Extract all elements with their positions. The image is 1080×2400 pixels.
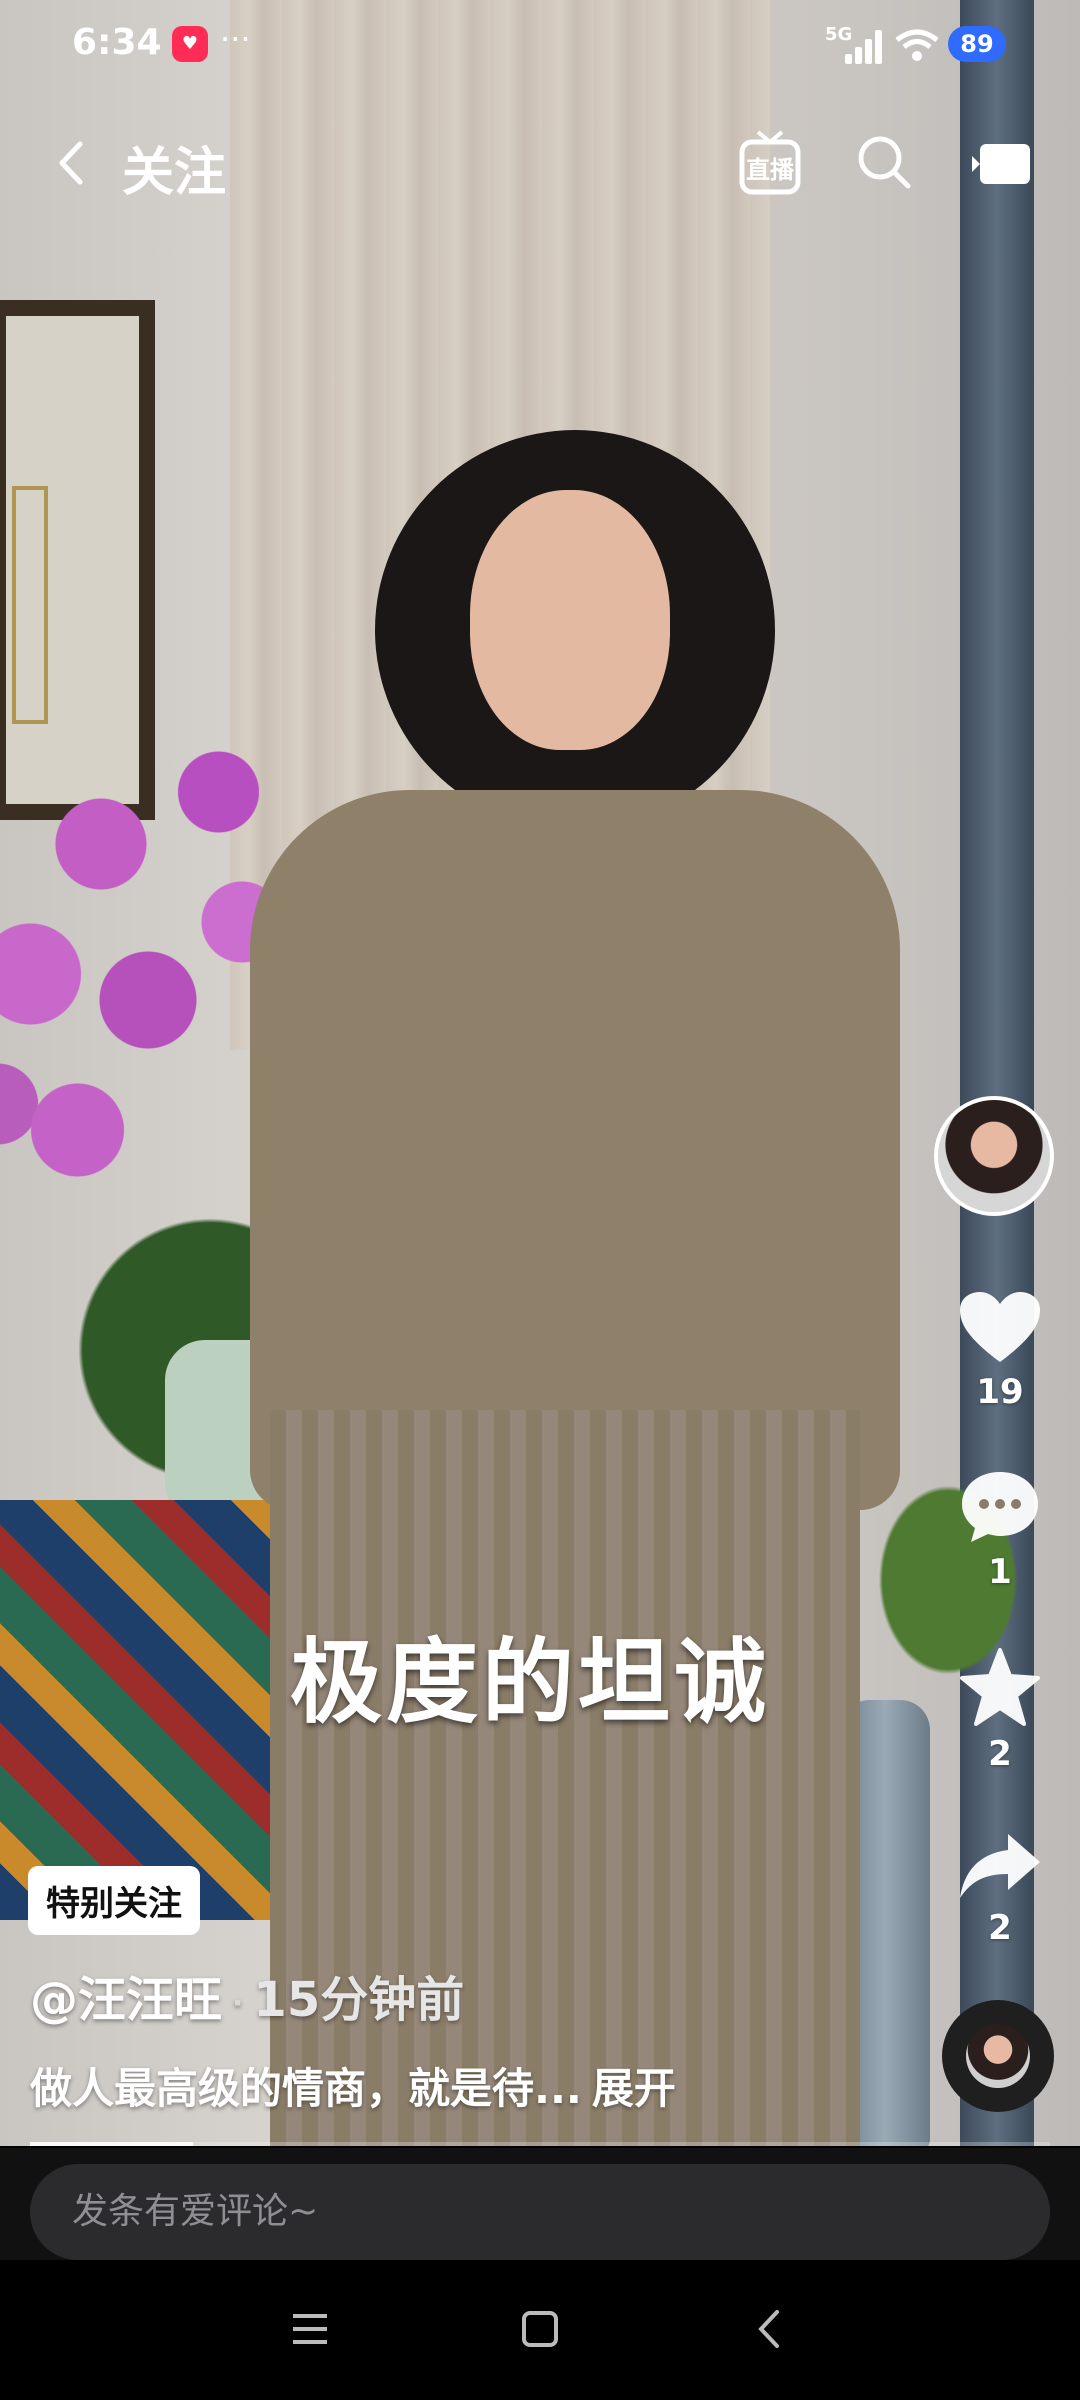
separator-dot: ·	[232, 1985, 244, 2021]
comment-input[interactable]: 发条有爱评论~	[30, 2164, 1050, 2260]
person-sweater	[250, 790, 900, 1510]
svg-text:直播: 直播	[746, 156, 795, 184]
status-bar: 6:34 ♥ ··· 5G 89	[0, 0, 1080, 90]
back-triangle-icon[interactable]	[745, 2304, 795, 2354]
heart-icon	[960, 1292, 1040, 1362]
video-progress-bar[interactable]	[30, 2142, 1050, 2146]
tv-icon[interactable]	[970, 142, 1032, 186]
signal-icon	[845, 30, 885, 64]
menu-icon[interactable]	[285, 2304, 335, 2354]
description-text: 做人最高级的情商，就是待...	[30, 2064, 582, 2113]
author-avatar[interactable]	[934, 1096, 1054, 1216]
person-skirt	[270, 1410, 860, 2146]
video-player[interactable]	[0, 0, 1080, 2146]
top-nav: 关注 直播	[0, 110, 1080, 220]
author-row: @汪汪旺 · 15分钟前	[30, 1960, 464, 2030]
status-time: 6:34	[72, 22, 162, 63]
system-nav-bar	[0, 2260, 1080, 2400]
share-count: 2	[988, 1908, 1012, 1948]
battery-indicator: 89	[948, 26, 1006, 62]
like-button[interactable]: 19	[950, 1290, 1050, 1412]
comment-bubble-icon	[962, 1472, 1038, 1542]
comment-count: 1	[988, 1552, 1012, 1592]
post-time: 15分钟前	[253, 1972, 465, 2028]
share-button[interactable]: 2	[950, 1830, 1050, 1948]
expand-link[interactable]: 展开	[592, 2064, 676, 2113]
like-count: 19	[976, 1372, 1024, 1412]
progress-fill	[30, 2142, 194, 2146]
video-subtitle: 极度的坦诚	[289, 1629, 770, 1736]
special-follow-tag: 特别关注	[28, 1866, 200, 1935]
status-more-dots: ···	[220, 20, 251, 58]
marble-pillar	[960, 0, 1034, 2146]
live-tv-icon: 直播	[739, 130, 801, 195]
home-square-icon[interactable]	[515, 2304, 565, 2354]
comment-bar: 发条有爱评论~	[0, 2148, 1080, 2260]
chevron-left-icon[interactable]	[48, 138, 98, 188]
red-app-badge-icon: ♥	[172, 26, 208, 62]
author-name[interactable]: @汪汪旺	[30, 1972, 222, 2028]
search-icon[interactable]	[856, 134, 912, 190]
wifi-icon	[895, 29, 939, 61]
person-face	[470, 490, 670, 750]
video-description: 做人最高级的情商，就是待... 展开	[30, 2055, 676, 2116]
comment-button[interactable]: 1	[950, 1468, 1050, 1592]
music-disc[interactable]	[942, 2000, 1054, 2112]
page-title[interactable]: 关注	[122, 130, 226, 205]
share-arrow-icon	[960, 1834, 1040, 1898]
live-button[interactable]: 直播	[738, 128, 802, 198]
